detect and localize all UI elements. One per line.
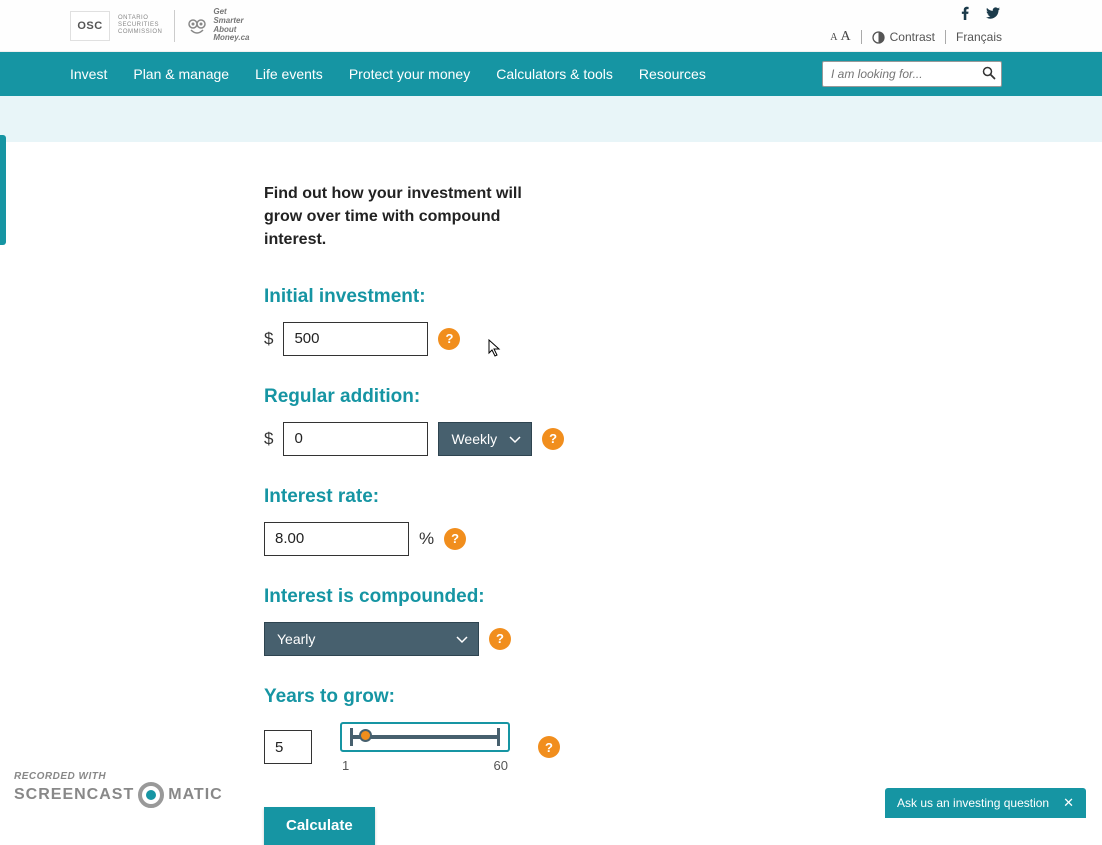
osc-line3: COMMISSION (118, 29, 162, 36)
gsam-text: Get Smarter About Money.ca (213, 8, 249, 43)
watermark-part2: MATIC (168, 786, 222, 804)
slider-container: 1 60 (340, 722, 510, 773)
util-divider-2 (945, 30, 946, 44)
watermark-ring-icon (138, 782, 164, 808)
brand-divider (174, 10, 175, 42)
watermark-line1: RECORDED WITH (14, 771, 106, 782)
contrast-icon (872, 31, 885, 44)
osc-logo-text: ONTARIO SECURITIES COMMISSION (118, 15, 162, 37)
currency-symbol: $ (264, 329, 273, 349)
osc-line2: SECURITIES (118, 22, 162, 29)
watermark-line2: SCREENCAST MATIC (14, 782, 223, 808)
contrast-toggle[interactable]: Contrast (872, 30, 935, 44)
search-icon[interactable] (982, 66, 996, 80)
util-row: A A Contrast Français (830, 29, 1002, 45)
label-regular-addition: Regular addition: (264, 386, 560, 408)
font-large-icon: A (841, 29, 851, 45)
input-interest-rate[interactable] (264, 522, 409, 556)
nav-calculators[interactable]: Calculators & tools (496, 66, 613, 82)
percent-symbol: % (419, 529, 434, 549)
field-interest-rate: Interest rate: % ? (264, 486, 560, 556)
search-input[interactable] (822, 61, 1002, 87)
years-slider[interactable] (340, 722, 510, 752)
chevron-down-icon (509, 431, 521, 447)
nav-life-events[interactable]: Life events (255, 66, 323, 82)
select-compounded[interactable]: Yearly (264, 622, 479, 656)
intro-text: Find out how your investment will grow o… (264, 182, 560, 252)
chevron-down-icon-2 (456, 631, 468, 647)
slider-handle[interactable] (359, 729, 372, 742)
input-regular-addition[interactable] (283, 422, 428, 456)
slider-min-label: 1 (342, 758, 349, 773)
contrast-label: Contrast (890, 30, 935, 44)
ask-widget[interactable]: Ask us an investing question ✕ (885, 788, 1086, 818)
brand-block: OSC ONTARIO SECURITIES COMMISSION Get Sm… (70, 8, 250, 43)
help-initial-investment[interactable]: ? (438, 328, 460, 350)
font-size-toggle[interactable]: A A (830, 29, 850, 45)
feedback-tab[interactable] (0, 135, 6, 245)
slider-tick-min (350, 728, 353, 746)
language-toggle[interactable]: Français (956, 30, 1002, 44)
gsam-l4: Money.ca (213, 34, 249, 43)
nav-resources[interactable]: Resources (639, 66, 706, 82)
help-regular-addition[interactable]: ? (542, 428, 564, 450)
ask-widget-text: Ask us an investing question (897, 796, 1049, 810)
hero-band (0, 96, 1102, 142)
slider-max-label: 60 (494, 758, 508, 773)
font-small-icon: A (830, 32, 837, 43)
gsam-logo[interactable]: Get Smarter About Money.ca (187, 8, 249, 43)
label-compounded: Interest is compounded: (264, 586, 560, 608)
help-interest-rate[interactable]: ? (444, 528, 466, 550)
input-initial-investment[interactable] (283, 322, 428, 356)
watermark: RECORDED WITH SCREENCAST MATIC (14, 771, 223, 808)
select-addition-frequency[interactable]: Weekly (438, 422, 532, 456)
input-years[interactable] (264, 730, 312, 764)
label-initial-investment: Initial investment: (264, 286, 560, 308)
currency-symbol-2: $ (264, 429, 273, 449)
nav-invest[interactable]: Invest (70, 66, 107, 82)
help-compounded[interactable]: ? (489, 628, 511, 650)
facebook-icon[interactable] (958, 6, 972, 25)
nav-links: Invest Plan & manage Life events Protect… (70, 66, 706, 82)
field-compounded: Interest is compounded: Yearly ? (264, 586, 560, 656)
osc-logo-box: OSC (70, 11, 110, 41)
util-divider-1 (861, 30, 862, 44)
main-nav: Invest Plan & manage Life events Protect… (0, 52, 1102, 96)
calculate-button[interactable]: Calculate (264, 807, 375, 845)
top-bar: OSC ONTARIO SECURITIES COMMISSION Get Sm… (0, 0, 1102, 52)
label-interest-rate: Interest rate: (264, 486, 560, 508)
select-compounded-value: Yearly (277, 631, 315, 647)
search-box (822, 61, 1002, 87)
select-frequency-value: Weekly (451, 431, 497, 447)
osc-logo[interactable]: OSC ONTARIO SECURITIES COMMISSION (70, 11, 162, 41)
close-icon[interactable]: ✕ (1063, 795, 1074, 811)
nav-plan-manage[interactable]: Plan & manage (133, 66, 229, 82)
top-utils: A A Contrast Français (830, 6, 1002, 45)
nav-protect[interactable]: Protect your money (349, 66, 470, 82)
field-years: Years to grow: 1 60 ? (264, 686, 560, 773)
main-content: Find out how your investment will grow o… (0, 142, 560, 845)
help-years[interactable]: ? (538, 736, 560, 758)
osc-line1: ONTARIO (118, 15, 162, 22)
field-initial-investment: Initial investment: $ ? (264, 286, 560, 356)
slider-tick-max (497, 728, 500, 746)
social-links (958, 6, 1000, 25)
twitter-icon[interactable] (986, 6, 1000, 25)
owl-icon (187, 16, 207, 36)
watermark-part1: SCREENCAST (14, 786, 134, 804)
label-years: Years to grow: (264, 686, 560, 708)
field-regular-addition: Regular addition: $ Weekly ? (264, 386, 560, 456)
